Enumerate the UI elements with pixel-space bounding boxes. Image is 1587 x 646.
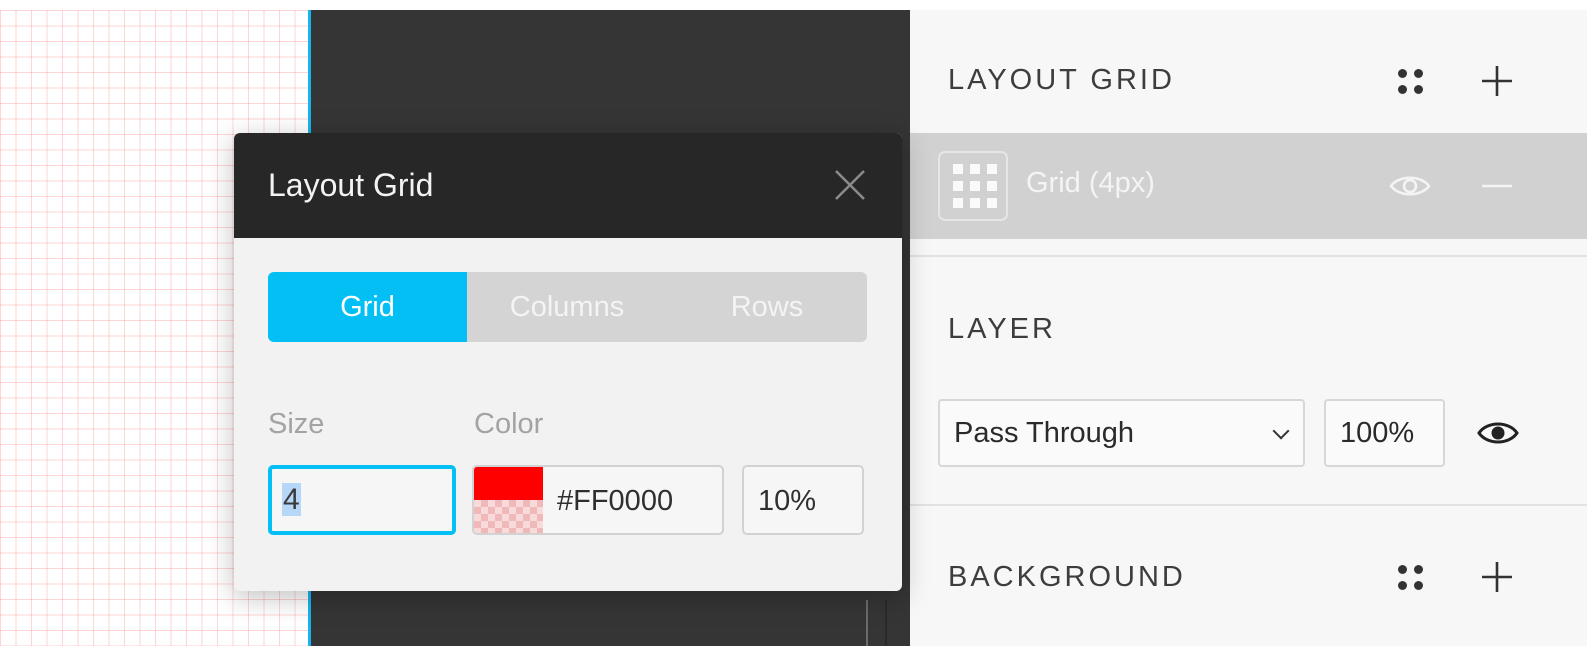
- layer-section-title: LAYER: [948, 313, 1056, 345]
- chevron-down-icon: [1272, 422, 1290, 440]
- tab-rows[interactable]: Rows: [667, 272, 867, 342]
- scrollbar-divider: [885, 600, 887, 646]
- plus-icon: [1482, 66, 1512, 96]
- add-background-button[interactable]: [1475, 555, 1519, 599]
- blend-mode-value: Pass Through: [954, 417, 1135, 449]
- layout-grid-item[interactable]: Grid (4px): [910, 133, 1587, 239]
- color-hex-value[interactable]: #FF0000: [557, 485, 673, 518]
- background-styles-button[interactable]: [1388, 555, 1432, 599]
- grid-type-segmented-control: Grid Columns Rows: [268, 272, 867, 342]
- popup-title: Layout Grid: [268, 167, 434, 203]
- layout-grid-item-label: Grid (4px): [1026, 167, 1155, 199]
- size-input[interactable]: 4: [268, 465, 456, 535]
- styles-dots-icon: [1396, 563, 1424, 591]
- styles-dots-icon: [1396, 67, 1424, 95]
- toggle-grid-visibility-button[interactable]: [1388, 164, 1432, 208]
- color-label: Color: [474, 408, 544, 440]
- size-label: Size: [268, 408, 325, 440]
- scrollbar-track[interactable]: [866, 600, 868, 646]
- color-opacity-input[interactable]: 10%: [742, 465, 864, 535]
- close-button[interactable]: [832, 167, 868, 203]
- color-field[interactable]: #FF0000: [472, 465, 724, 535]
- color-opacity-value: 10%: [758, 485, 817, 517]
- layer-visibility-button[interactable]: [1476, 411, 1520, 455]
- eye-icon: [1389, 176, 1431, 196]
- layer-opacity-value: 100%: [1340, 417, 1415, 449]
- color-swatch[interactable]: [474, 467, 543, 533]
- background-section-title: BACKGROUND: [948, 561, 1186, 593]
- layer-opacity-input[interactable]: 100%: [1324, 399, 1445, 467]
- section-divider: [910, 504, 1587, 506]
- remove-grid-button[interactable]: [1475, 164, 1519, 208]
- add-layout-grid-button[interactable]: [1475, 59, 1519, 103]
- app-root: LAYOUT GRID Grid (4px) LAYER Pass Throug…: [0, 0, 1587, 646]
- layout-grid-section-title: LAYOUT GRID: [948, 64, 1175, 96]
- properties-panel: LAYOUT GRID Grid (4px) LAYER Pass Throug…: [910, 10, 1587, 646]
- eye-icon: [1477, 422, 1519, 444]
- swatch-solid: [474, 467, 543, 500]
- swatch-transparency: [474, 500, 543, 533]
- section-divider: [910, 255, 1587, 257]
- popup-header: Layout Grid: [234, 133, 902, 238]
- plus-icon: [1482, 562, 1512, 592]
- layout-grid-popup: Layout Grid Grid Columns Rows Size Color…: [234, 133, 902, 591]
- grid-styles-button[interactable]: [1388, 59, 1432, 103]
- minus-icon: [1482, 184, 1512, 188]
- grid-icon[interactable]: [938, 151, 1008, 221]
- blend-mode-select[interactable]: Pass Through: [938, 399, 1305, 467]
- size-value: 4: [282, 483, 301, 516]
- tab-grid[interactable]: Grid: [268, 272, 467, 342]
- tab-columns[interactable]: Columns: [467, 272, 667, 342]
- close-icon: [835, 170, 865, 200]
